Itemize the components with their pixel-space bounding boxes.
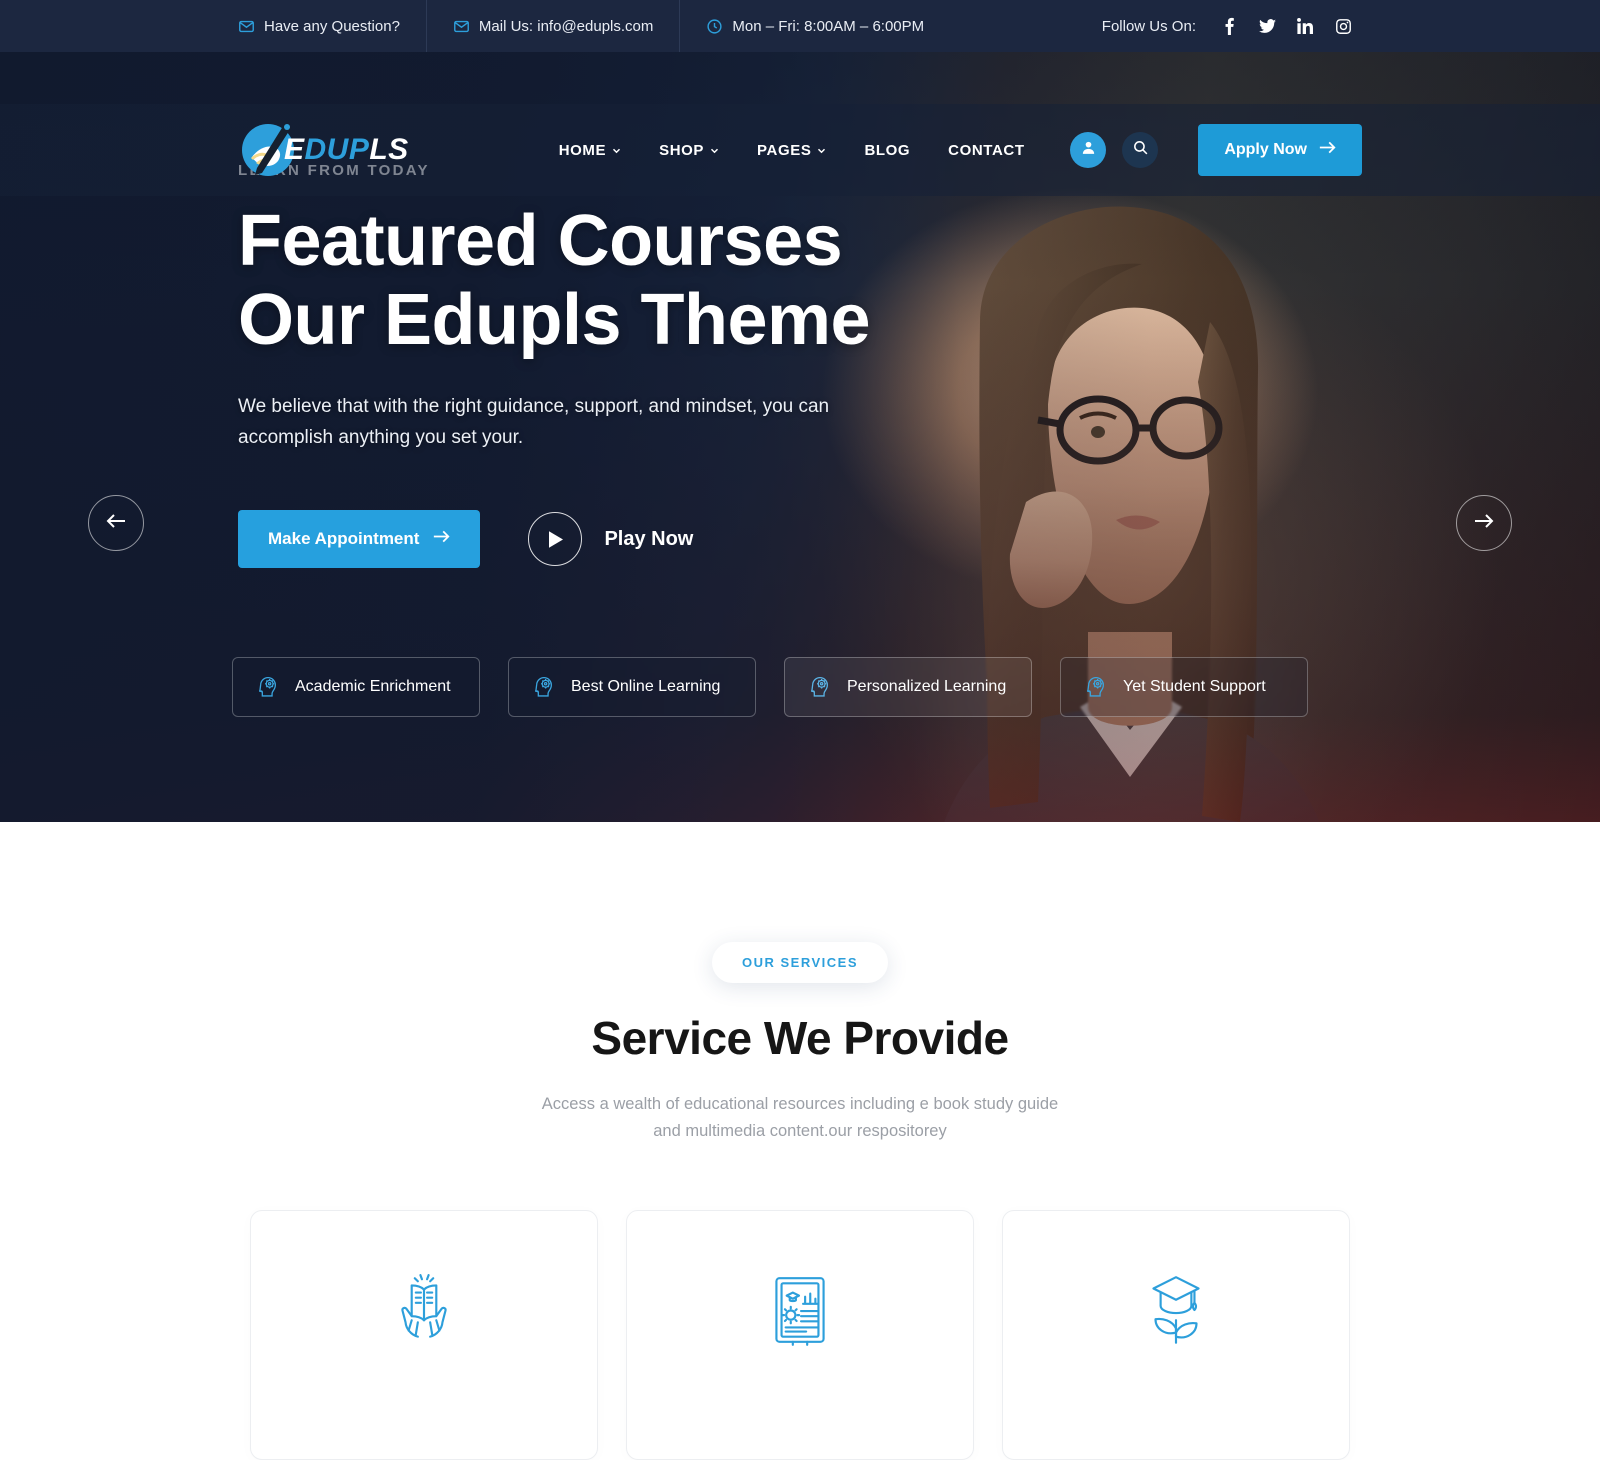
feature-pill-label: Best Online Learning: [571, 678, 721, 695]
topbar-item-question[interactable]: Have any Question?: [238, 0, 427, 52]
chevron-down-icon: [818, 148, 826, 153]
apply-now-label: Apply Now: [1224, 141, 1307, 158]
chevron-down-icon: [711, 148, 719, 153]
logo-text-part2: DUP: [304, 133, 370, 166]
head-gear-icon: [1083, 674, 1109, 700]
feature-pill-academic-enrichment[interactable]: Academic Enrichment: [232, 657, 480, 717]
play-icon: [528, 512, 583, 566]
slider-next-button[interactable]: [1456, 495, 1512, 551]
account-button[interactable]: [1070, 132, 1107, 168]
feature-pill-best-online-learning[interactable]: Best Online Learning: [508, 657, 756, 717]
make-appointment-label: Make Appointment: [268, 529, 420, 548]
services-badge-wrap: OUR SERVICES: [0, 942, 1600, 983]
user-icon: [1080, 139, 1097, 161]
services-subtitle-line1: Access a wealth of educational resources…: [541, 1095, 1059, 1113]
topbar-item-mail[interactable]: Mail Us: info@edupls.com: [427, 0, 681, 52]
head-gear-icon: [255, 674, 281, 700]
make-appointment-button[interactable]: Make Appointment: [238, 510, 481, 568]
search-icon: [1132, 139, 1149, 161]
arrow-right-icon: [433, 529, 450, 549]
nav-item-pages[interactable]: PAGES: [757, 142, 826, 159]
logo-text-part1: E: [284, 133, 305, 166]
instagram-icon[interactable]: [1334, 17, 1352, 35]
nav-item-blog-label: BLOG: [864, 141, 911, 159]
head-gear-icon: [807, 674, 833, 700]
service-card-3[interactable]: [1002, 1210, 1350, 1460]
topbar-item-hours-label: Mon – Fri: 8:00AM – 6:00PM: [732, 17, 925, 35]
nav-item-pages-label: PAGES: [757, 141, 812, 159]
hero-slider: EDUPLS HOME SHOP PAGES BLOG CONTACT Appl…: [0, 52, 1600, 822]
nav-item-shop[interactable]: SHOP: [659, 142, 719, 159]
hero-feature-pills: Academic Enrichment Best Online Learning: [232, 657, 1308, 717]
follow-us-label: Follow Us On:: [1101, 17, 1196, 35]
main-navigation: HOME SHOP PAGES BLOG CONTACT: [559, 142, 1025, 159]
services-subtitle-line2: and multimedia content.our respositorey: [653, 1122, 947, 1141]
service-card-1[interactable]: [250, 1210, 598, 1460]
nav-item-contact[interactable]: CONTACT: [948, 142, 1024, 159]
feature-pill-personalized-learning[interactable]: Personalized Learning: [784, 657, 1032, 717]
hero-title: Featured Courses Our Edupls Theme: [238, 201, 871, 361]
feature-pill-label: Personalized Learning: [847, 678, 1007, 695]
search-button[interactable]: [1122, 132, 1159, 168]
topbar-item-question-label: Have any Question?: [264, 17, 400, 35]
head-gear-icon: [531, 674, 557, 700]
twitter-icon[interactable]: [1258, 17, 1276, 35]
site-header: EDUPLS HOME SHOP PAGES BLOG CONTACT Appl…: [0, 104, 1600, 196]
report-graduation-chart-icon: [759, 1269, 841, 1356]
services-title: Service We Provide: [591, 1012, 1009, 1064]
service-cards: [0, 1210, 1600, 1460]
linkedin-icon[interactable]: [1296, 17, 1314, 35]
graduation-cap-leaves-icon: [1135, 1269, 1217, 1356]
service-card-2[interactable]: [626, 1210, 974, 1460]
hands-holding-book-icon: [383, 1269, 465, 1356]
hero-cta-group: Make Appointment Play Now: [238, 510, 693, 568]
play-now-button[interactable]: Play Now: [528, 512, 693, 566]
nav-item-home-label: HOME: [558, 141, 607, 159]
envelope-icon: [238, 18, 255, 35]
topbar-contact-group: Have any Question? Mail Us: info@edupls.…: [238, 0, 950, 52]
feature-pill-label: Yet Student Support: [1123, 678, 1266, 695]
nav-item-contact-label: CONTACT: [948, 141, 1025, 159]
feature-pill-yet-student-support[interactable]: Yet Student Support: [1060, 657, 1308, 717]
play-now-label: Play Now: [604, 527, 694, 550]
hero-title-line1: Featured Courses: [238, 201, 843, 281]
arrow-right-icon: [1474, 513, 1494, 534]
services-subtitle: Access a wealth of educational resources…: [0, 1091, 1600, 1145]
apply-now-button[interactable]: Apply Now: [1198, 124, 1362, 176]
arrow-right-icon: [1319, 140, 1336, 160]
services-section: OUR SERVICES Service We Provide Access a…: [0, 822, 1600, 1460]
slider-prev-button[interactable]: [88, 495, 144, 551]
topbar-item-mail-label: Mail Us: info@edupls.com: [478, 17, 654, 35]
logo-text: EDUPLS: [284, 133, 409, 167]
logo-text-part3: LS: [369, 133, 409, 166]
envelope-icon: [453, 18, 470, 35]
page-root: Have any Question? Mail Us: info@edupls.…: [0, 0, 1600, 1460]
header-actions: Apply Now: [1070, 124, 1362, 176]
arrow-left-icon: [106, 513, 126, 534]
nav-item-home[interactable]: HOME: [559, 142, 621, 159]
nav-item-blog[interactable]: BLOG: [864, 142, 910, 159]
topbar-item-hours: Mon – Fri: 8:00AM – 6:00PM: [680, 0, 950, 52]
logo[interactable]: EDUPLS: [238, 119, 409, 181]
top-info-bar: Have any Question? Mail Us: info@edupls.…: [0, 0, 1600, 52]
social-group: Follow Us On:: [1102, 0, 1600, 52]
clock-icon: [706, 18, 723, 35]
hero-subtitle: We believe that with the right guidance,…: [238, 396, 830, 448]
chevron-down-icon: [613, 148, 621, 153]
feature-pill-label: Academic Enrichment: [295, 678, 451, 695]
services-badge: OUR SERVICES: [711, 942, 888, 983]
facebook-icon[interactable]: [1220, 17, 1238, 35]
nav-item-shop-label: SHOP: [659, 141, 705, 159]
hero-title-line2: Our Edupls Theme: [238, 280, 871, 361]
